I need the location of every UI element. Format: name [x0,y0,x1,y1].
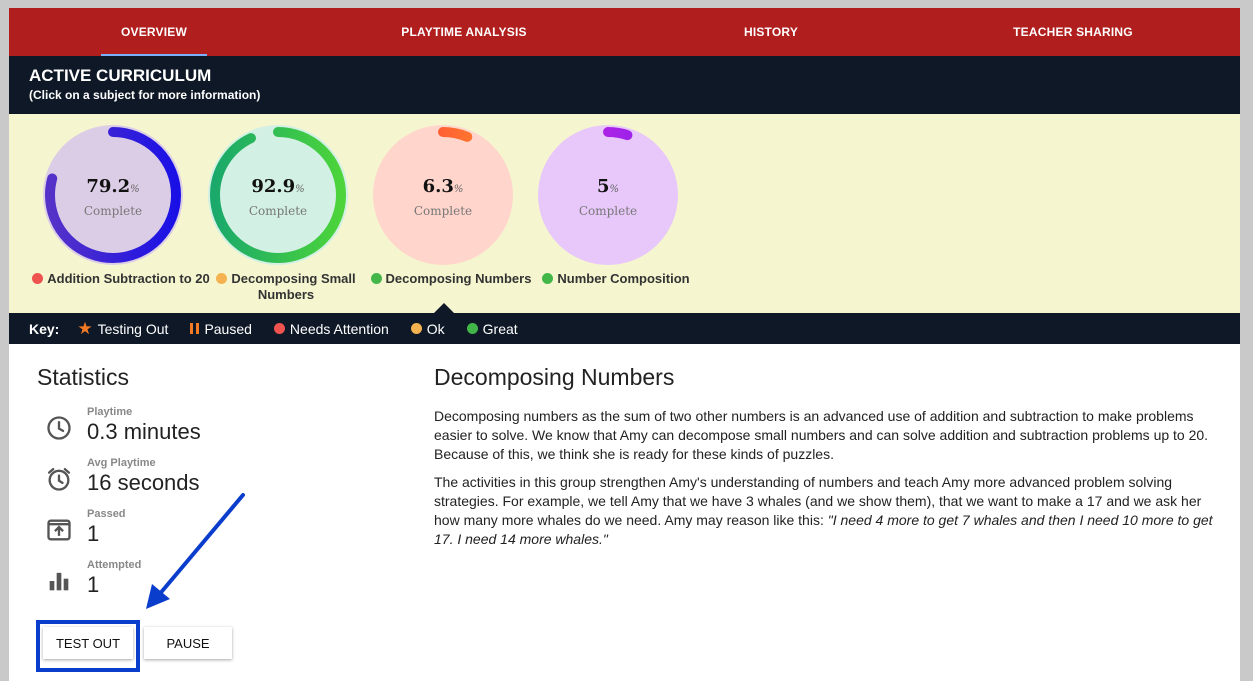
key-item-paused: Paused [190,321,252,337]
subjects-panel: 79.2% Complete Addition Subtraction to 2… [9,114,1240,313]
key-item-needs-attention: Needs Attention [273,321,389,337]
red-dot-icon [273,323,285,334]
key-item-great: Great [466,321,518,337]
tab-teacher-sharing[interactable]: TEACHER SHARING [999,8,1147,56]
detail-content: Statistics Playtime 0.3 minutes Avg Play… [9,344,1240,681]
alarm-clock-icon [47,467,71,491]
stat-attempted: Attempted 1 [37,559,337,605]
subject-description: Decomposing numbers as the sum of two ot… [434,407,1219,558]
subject-label: Decomposing Small Numbers [196,271,376,303]
curriculum-header: ACTIVE CURRICULUM (Click on a subject fo… [9,56,1240,114]
status-dot-icon [370,273,382,284]
orange-dot-icon [410,323,422,334]
curriculum-subtitle: (Click on a subject for more information… [29,88,261,102]
complete-label: Complete [578,204,638,218]
percent-value: 5% [596,176,620,197]
selected-pointer [434,303,454,313]
description-paragraph: Decomposing numbers as the sum of two ot… [434,408,1209,462]
status-key: Key: ★ Testing Out Paused Needs Attention… [9,313,1240,344]
status-dot-icon [216,273,228,284]
complete-label: Complete [413,204,473,218]
subject-label: Decomposing Numbers [361,271,541,287]
stat-value: 1 [87,572,100,597]
clock-icon [47,416,71,440]
progress-ring: 92.9% Complete [207,124,349,266]
percent-value: 79.2% [86,176,140,197]
curriculum-title: ACTIVE CURRICULUM [29,66,212,85]
pause-button[interactable]: PAUSE [144,627,232,659]
tab-overview[interactable]: OVERVIEW [101,8,207,56]
tab-playtime-analysis[interactable]: PLAYTIME ANALYSIS [389,8,539,56]
green-dot-icon [466,323,478,334]
pause-icon [190,323,200,334]
app-frame: OVERVIEW PLAYTIME ANALYSIS HISTORY TEACH… [9,8,1240,681]
statistics-title: Statistics [37,364,130,390]
bar-chart-icon [49,572,69,591]
highlight-box [36,620,140,672]
top-nav: OVERVIEW PLAYTIME ANALYSIS HISTORY TEACH… [9,8,1240,56]
key-item-testing-out: ★ Testing Out [77,318,169,338]
key-item-ok: Ok [410,321,445,337]
subject-label: Addition Subtraction to 20 [31,271,211,287]
tab-history[interactable]: HISTORY [709,8,833,56]
star-icon: ★ [77,318,93,338]
stat-avg-playtime: Avg Playtime 16 seconds [37,457,337,503]
description-paragraph: The activities in this group strengthen … [434,474,1213,547]
stat-label: Attempted [87,559,142,571]
stat-value: 1 [87,521,100,546]
stat-value: 16 seconds [87,470,200,495]
progress-ring: 5% Complete [537,124,679,266]
progress-ring: 6.3% Complete [372,124,514,266]
progress-ring: 79.2% Complete [42,124,184,266]
percent-value: 92.9% [251,176,305,197]
publish-icon [47,519,71,541]
stat-label: Passed [87,508,126,520]
key-title: Key: [29,320,60,337]
stat-playtime: Playtime 0.3 minutes [37,406,337,452]
stat-passed: Passed 1 [37,508,337,554]
complete-label: Complete [248,204,308,218]
stat-label: Playtime [87,406,133,418]
status-dot-icon [32,273,44,284]
subject-detail-title: Decomposing Numbers [434,364,675,390]
stat-value: 0.3 minutes [87,419,201,444]
status-dot-icon [542,273,554,284]
complete-label: Complete [83,204,143,218]
subject-label: Number Composition [526,271,706,287]
stat-label: Avg Playtime [87,457,156,469]
percent-value: 6.3% [422,176,464,197]
